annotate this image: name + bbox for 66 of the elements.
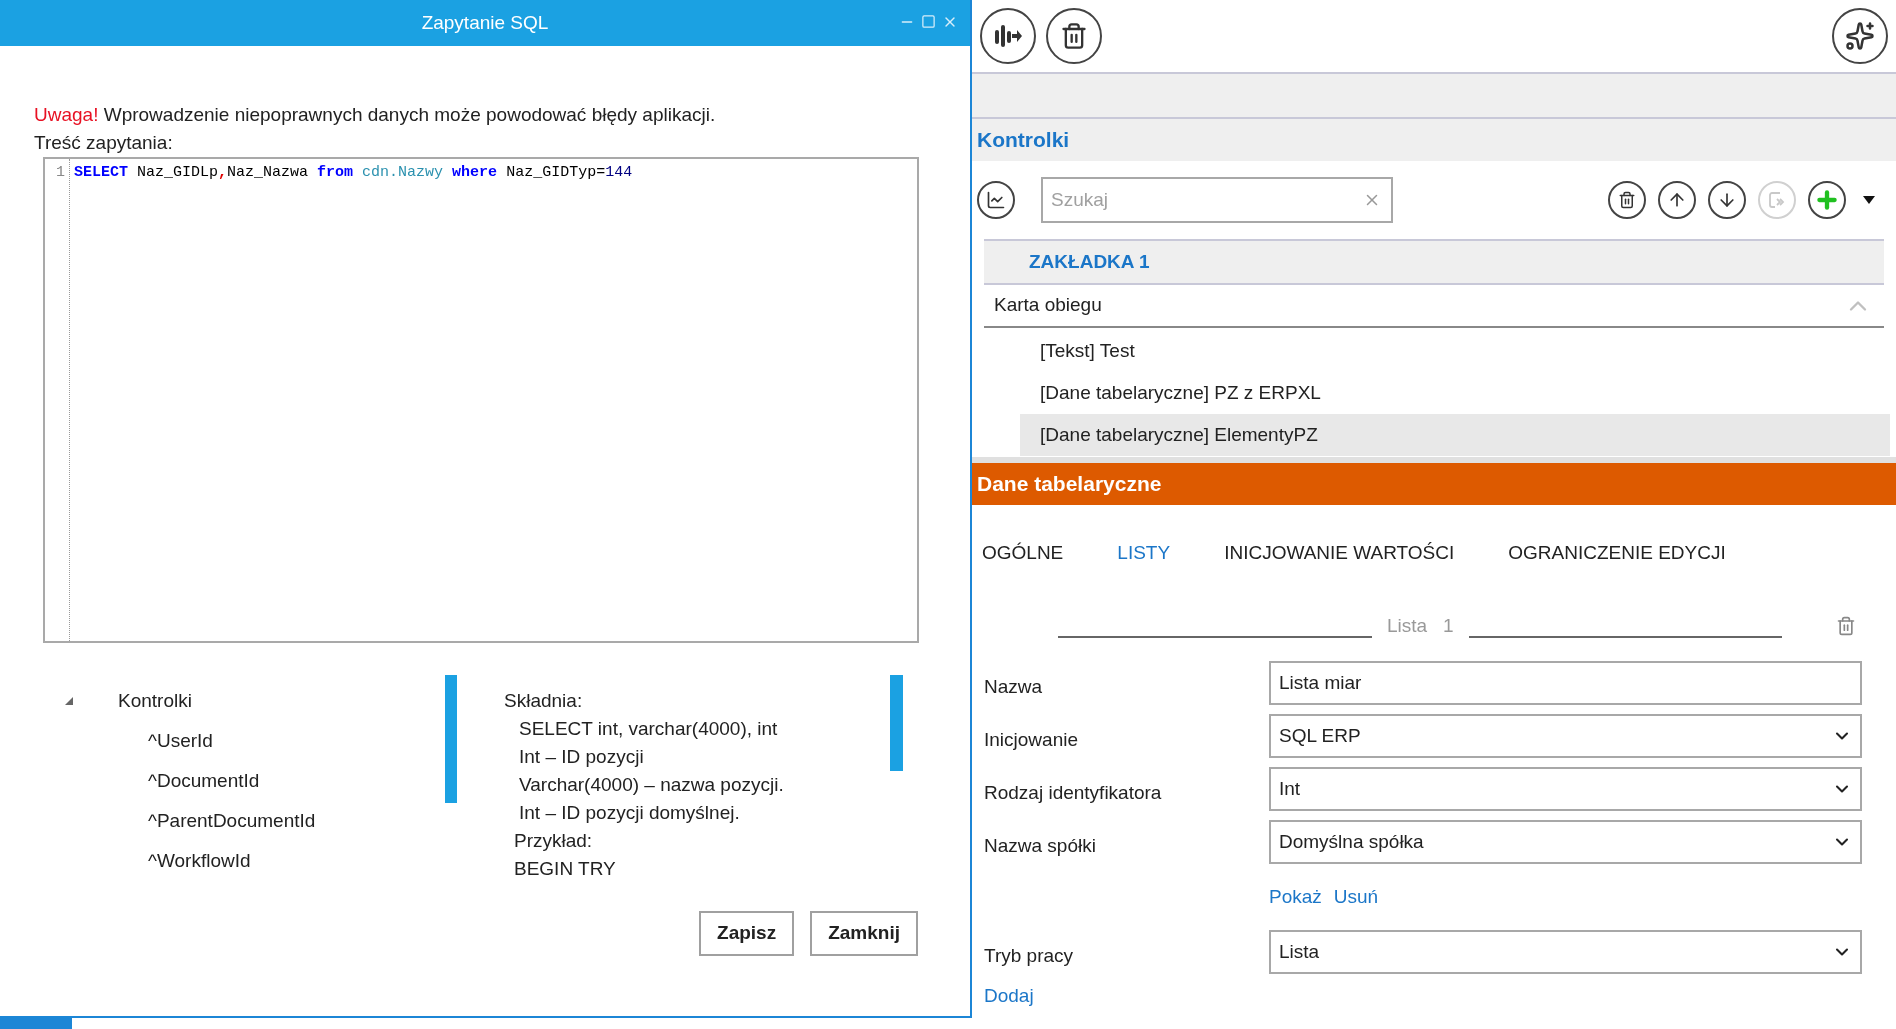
scrollbar-thumb[interactable] bbox=[890, 675, 903, 771]
help-text: Varchar(4000) – nazwa pozycji. bbox=[518, 773, 785, 797]
delete-button[interactable] bbox=[1608, 181, 1646, 219]
chart-button[interactable] bbox=[977, 181, 1015, 219]
list-item[interactable]: [Dane tabelaryczne] PZ z ERPXL bbox=[1020, 372, 1890, 414]
move-up-button[interactable] bbox=[1658, 181, 1696, 219]
line-number: 1 bbox=[56, 163, 65, 183]
delete-icon[interactable] bbox=[1835, 616, 1856, 636]
field-label: Nazwa spółki bbox=[983, 833, 1097, 858]
tree-item[interactable]: Kontrolki bbox=[118, 686, 192, 716]
select-field[interactable]: SQL ERP bbox=[1269, 714, 1862, 758]
tab[interactable]: INICJOWANIE WARTOŚCI bbox=[1224, 538, 1455, 568]
tree-item[interactable]: ^ParentDocumentId bbox=[148, 806, 316, 835]
help-text: Int – ID pozycji domyślnej. bbox=[518, 801, 741, 825]
tab-group-title[interactable]: ZAKŁADKA 1 bbox=[1029, 247, 1150, 277]
warning-text: Uwaga! Wprowadzenie niepoprawnych danych może powodować błędy aplikacji. bbox=[34, 103, 717, 127]
tree-item[interactable]: ^DocumentId bbox=[148, 766, 260, 795]
properties-title: Dane tabelaryczne bbox=[977, 471, 1162, 498]
list-title: Lista 1 bbox=[1387, 613, 1454, 638]
save-button[interactable]: Zapisz bbox=[699, 911, 795, 956]
search-field[interactable]: Szukaj bbox=[1041, 177, 1393, 223]
action-link[interactable]: Pokaż bbox=[1269, 882, 1322, 912]
help-text: Przykład: bbox=[513, 829, 594, 853]
list-item[interactable]: [Tekst] Test bbox=[1020, 330, 1890, 372]
tab[interactable]: OGRANICZENIE EDYCJI bbox=[1508, 538, 1726, 568]
query-label: Treść zapytania: bbox=[34, 131, 174, 155]
select-field[interactable]: Lista bbox=[1269, 930, 1862, 974]
delete-button[interactable] bbox=[1046, 8, 1102, 64]
sql-editor[interactable]: 1 SELECT Naz_GIDLp,Naz_Nazwa from cdn.Nazwy where Naz_GIDTyp=144 bbox=[43, 157, 919, 643]
select-field[interactable]: Int bbox=[1269, 767, 1862, 811]
tab[interactable]: LISTY bbox=[1117, 538, 1171, 568]
sparkles-icon bbox=[1845, 21, 1875, 51]
tab[interactable]: OGÓLNE bbox=[982, 538, 1064, 568]
add-link[interactable]: Dodaj bbox=[972, 982, 1034, 1011]
line-chart-icon bbox=[986, 190, 1006, 210]
field-label: Nazwa bbox=[983, 674, 1044, 699]
group-title[interactable]: Karta obiegu bbox=[994, 291, 1844, 320]
expand-icon[interactable] bbox=[64, 696, 74, 706]
field-label: Tryb pracy bbox=[983, 943, 1075, 968]
scrollbar-thumb[interactable] bbox=[445, 675, 457, 803]
input-field[interactable]: Lista miar bbox=[1269, 661, 1862, 705]
field-label: Rodzaj identyfikatora bbox=[983, 780, 1163, 805]
magic-button[interactable] bbox=[1832, 8, 1888, 64]
plus-icon bbox=[1814, 187, 1840, 213]
select-field[interactable]: Domyślna spółka bbox=[1269, 820, 1862, 864]
window-title: Zapytanie SQL bbox=[421, 10, 549, 35]
code-line: SELECT Naz_GIDLp,Naz_Nazwa from cdn.Nazwy where Naz_GIDTyp=144 bbox=[74, 163, 633, 183]
field-label: Inicjowanie bbox=[983, 727, 1079, 752]
section-title: Kontrolki bbox=[977, 127, 1070, 154]
bar-chart-arrow-icon bbox=[993, 22, 1023, 50]
help-text: Składnia: bbox=[504, 689, 584, 713]
list-item[interactable]: [Dane tabelaryczne] ElementyPZ bbox=[1020, 414, 1890, 456]
chart-arrow-button[interactable] bbox=[980, 8, 1036, 64]
help-text: BEGIN TRY bbox=[513, 857, 617, 881]
add-button[interactable] bbox=[1808, 181, 1846, 219]
trash-icon bbox=[1060, 22, 1088, 50]
move-down-button[interactable] bbox=[1708, 181, 1746, 219]
action-link[interactable]: Usuń bbox=[1333, 882, 1379, 912]
trash-icon bbox=[1618, 191, 1636, 209]
tree-item[interactable]: ^UserId bbox=[148, 726, 213, 755]
copy-icon bbox=[1767, 190, 1787, 210]
help-text: SELECT int, varchar(4000), int bbox=[518, 717, 779, 741]
dropdown-icon[interactable] bbox=[1862, 195, 1876, 205]
tree-item[interactable]: ^WorkflowId bbox=[148, 846, 251, 875]
help-text: Int – ID pozycji bbox=[518, 745, 645, 769]
close-button[interactable]: Zamknij bbox=[810, 911, 918, 956]
